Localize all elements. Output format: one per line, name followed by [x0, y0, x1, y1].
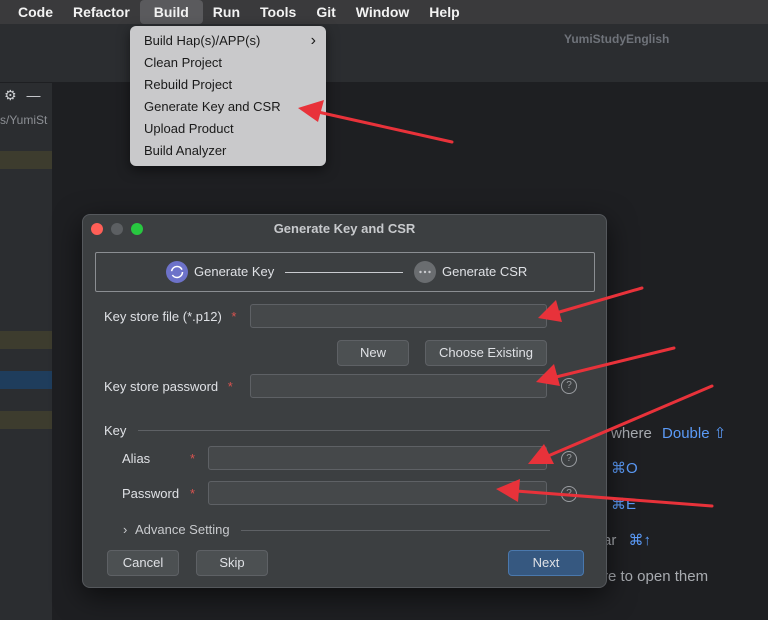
red-arrow-icon: [536, 346, 676, 386]
annotation-arrows: [298, 100, 714, 508]
red-arrow-icon: [298, 100, 454, 144]
red-arrow-icon: [528, 384, 714, 464]
red-arrow-icon: [538, 286, 644, 322]
red-arrow-icon: [496, 479, 714, 508]
